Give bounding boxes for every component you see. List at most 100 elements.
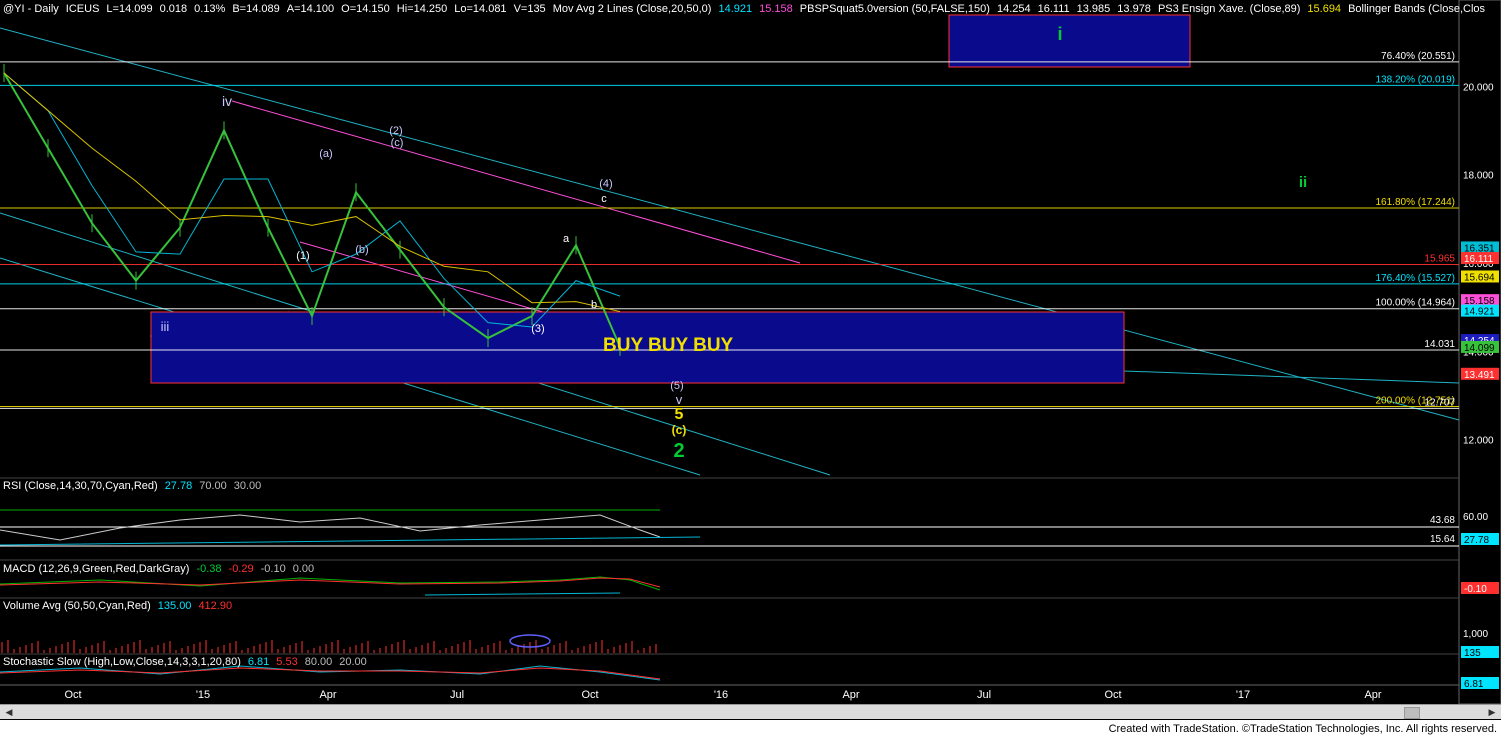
rsi-tick-label: 60.00 xyxy=(1463,512,1488,523)
price-tick-label: 12.000 xyxy=(1463,436,1494,447)
time-tick-label: Oct xyxy=(64,689,81,701)
volume-value2: 412.90 xyxy=(198,600,233,612)
rsi-title-text: RSI (Close,14,30,70,Cyan,Red) xyxy=(3,480,158,492)
rsi-title: RSI (Close,14,30,70,Cyan,Red) 27.78 70.00 3… xyxy=(3,480,268,492)
price-tag-label: 15.694 xyxy=(1464,272,1495,283)
price-tick-label: 18.000 xyxy=(1463,171,1494,182)
macd-value4: 0.00 xyxy=(292,563,315,575)
wave-label: iv xyxy=(222,93,232,109)
stoch-value4: 20.00 xyxy=(339,656,367,668)
time-tick-label: Apr xyxy=(842,689,859,701)
rsi-os-value: 30.00 xyxy=(233,480,262,492)
time-tick-label: Jul xyxy=(450,689,464,701)
rsi-tag-label: 27.78 xyxy=(1464,535,1489,546)
chart-window: 76.40% (20.551) 138.20% (20.019) 161.80% (… xyxy=(0,0,1501,736)
volume-title: Volume Avg (50,50,Cyan,Red) 135.00 412.90 xyxy=(3,600,239,612)
time-tick-label: Jul xyxy=(977,689,991,701)
wave-label: (5) xyxy=(670,380,683,392)
wave-label: (2) xyxy=(389,125,402,137)
wave-label: (4) xyxy=(599,178,612,190)
wave-label: 5 xyxy=(675,406,684,423)
time-tick-label: '17 xyxy=(1236,689,1250,701)
rsi-value: 27.78 xyxy=(164,480,193,492)
high-value: Hi=14.250 xyxy=(396,3,448,15)
credit-text: Created with TradeStation. ©TradeStation… xyxy=(1108,723,1497,735)
fib-level-label: 161.80% (17.244) xyxy=(1375,197,1455,208)
study4-name: Bollinger Bands (Close,Clos xyxy=(1348,3,1486,15)
volume-tick-label: 1,000 xyxy=(1463,629,1488,640)
study1-value2: 15.158 xyxy=(759,3,793,15)
rsi-ob-value: 70.00 xyxy=(199,480,227,492)
study3-name: PS3 Ensign Xave. (Close,89) xyxy=(1157,3,1301,15)
ma-fast-line xyxy=(3,72,621,328)
stoch-value2: 5.53 xyxy=(276,656,298,668)
wave-label: (1) xyxy=(296,250,309,262)
scroll-right-icon[interactable]: ▶ xyxy=(1485,705,1499,719)
study3-value1: 15.694 xyxy=(1307,3,1342,15)
price-tag-label: 14.921 xyxy=(1464,307,1495,318)
wave-label: iii xyxy=(161,319,170,334)
rsi-level2-label: 15.64 xyxy=(1430,534,1455,545)
macd-value2: -0.29 xyxy=(228,563,254,575)
macd-value3: -0.10 xyxy=(260,563,286,575)
volume-tag-label: 135 xyxy=(1464,648,1481,659)
magenta-channel-upper xyxy=(231,100,801,264)
time-tick-label: Oct xyxy=(581,689,598,701)
macd-title-text: MACD (12,26,9,Green,Red,DarkGray) xyxy=(3,563,190,575)
study2-value3: 13.985 xyxy=(1076,3,1111,15)
symbol-label: @YI - Daily xyxy=(3,3,59,15)
chart-svg: 76.40% (20.551) 138.20% (20.019) 161.80% (… xyxy=(0,0,1501,705)
fib-level-label: 12.707 xyxy=(1424,397,1455,408)
price-tag-label: 13.491 xyxy=(1464,370,1495,381)
wave-label: 2 xyxy=(673,440,684,462)
stoch-tag-label: 6.81 xyxy=(1464,679,1484,690)
study2-name: PBSPSquat5.0version (50,FALSE,150) xyxy=(799,3,990,15)
stoch-value3: 80.00 xyxy=(304,656,333,668)
macd-line xyxy=(0,576,661,591)
open-value: O=14.150 xyxy=(341,3,390,15)
wave-label: i xyxy=(1057,24,1062,44)
study2-value2: 16.111 xyxy=(1037,3,1070,15)
wave-label: (c) xyxy=(391,137,404,149)
wave-label: ii xyxy=(1299,174,1307,191)
fib-level-label: 100.00% (14.964) xyxy=(1375,298,1455,309)
study1-value1: 14.921 xyxy=(718,3,753,15)
macd-value1: -0.38 xyxy=(196,563,222,575)
change-pct: 0.13% xyxy=(194,3,226,15)
time-tick-label: Oct xyxy=(1104,689,1121,701)
buy-zone-label: BUY BUY BUY xyxy=(603,335,734,356)
wave-label: (c) xyxy=(672,423,687,437)
price-tag-label: 14.099 xyxy=(1464,343,1495,354)
macd-tag-label: -0.10 xyxy=(1464,584,1487,595)
study2-value4: 13.978 xyxy=(1117,3,1151,15)
time-tick-label: '15 xyxy=(196,689,210,701)
fib-level-label: 14.031 xyxy=(1424,339,1455,350)
stoch-title: Stochastic Slow (High,Low,Close,14,3,3,1… xyxy=(3,656,374,668)
chart-header: @YI - Daily ICEUS L=14.099 0.018 0.13% B=14.0… xyxy=(3,3,1492,15)
volume-title-text: Volume Avg (50,50,Cyan,Red) xyxy=(3,600,151,612)
target-box-i xyxy=(948,14,1191,68)
time-tick-label: '16 xyxy=(714,689,728,701)
price-line xyxy=(3,72,621,348)
wave-label: b xyxy=(591,299,597,311)
time-tick-label: Apr xyxy=(319,689,336,701)
last-price: L=14.099 xyxy=(106,3,153,15)
scroll-thumb[interactable] xyxy=(1404,707,1420,719)
wave-label: (3) xyxy=(531,323,544,335)
volume-value: V=135 xyxy=(513,3,546,15)
horizontal-scrollbar[interactable]: ◀ ▶ xyxy=(0,704,1501,719)
volume-value1: 135.00 xyxy=(157,600,192,612)
fib-level-label: 138.20% (20.019) xyxy=(1375,74,1455,85)
wave-label: c xyxy=(601,193,607,205)
stoch-k-line xyxy=(0,665,661,681)
bid-value: B=14.089 xyxy=(232,3,280,15)
stoch-title-text: Stochastic Slow (High,Low,Close,14,3,3,1… xyxy=(3,656,241,668)
wave-label: a xyxy=(563,233,570,245)
exchange-label: ICEUS xyxy=(65,3,100,15)
low-value: Lo=14.081 xyxy=(454,3,507,15)
study1-name: Mov Avg 2 Lines (Close,20,50,0) xyxy=(552,3,712,15)
wave-label: (b) xyxy=(355,244,368,256)
change-value: 0.018 xyxy=(159,3,188,15)
ask-value: A=14.100 xyxy=(286,3,335,15)
scroll-left-icon[interactable]: ◀ xyxy=(2,705,16,719)
